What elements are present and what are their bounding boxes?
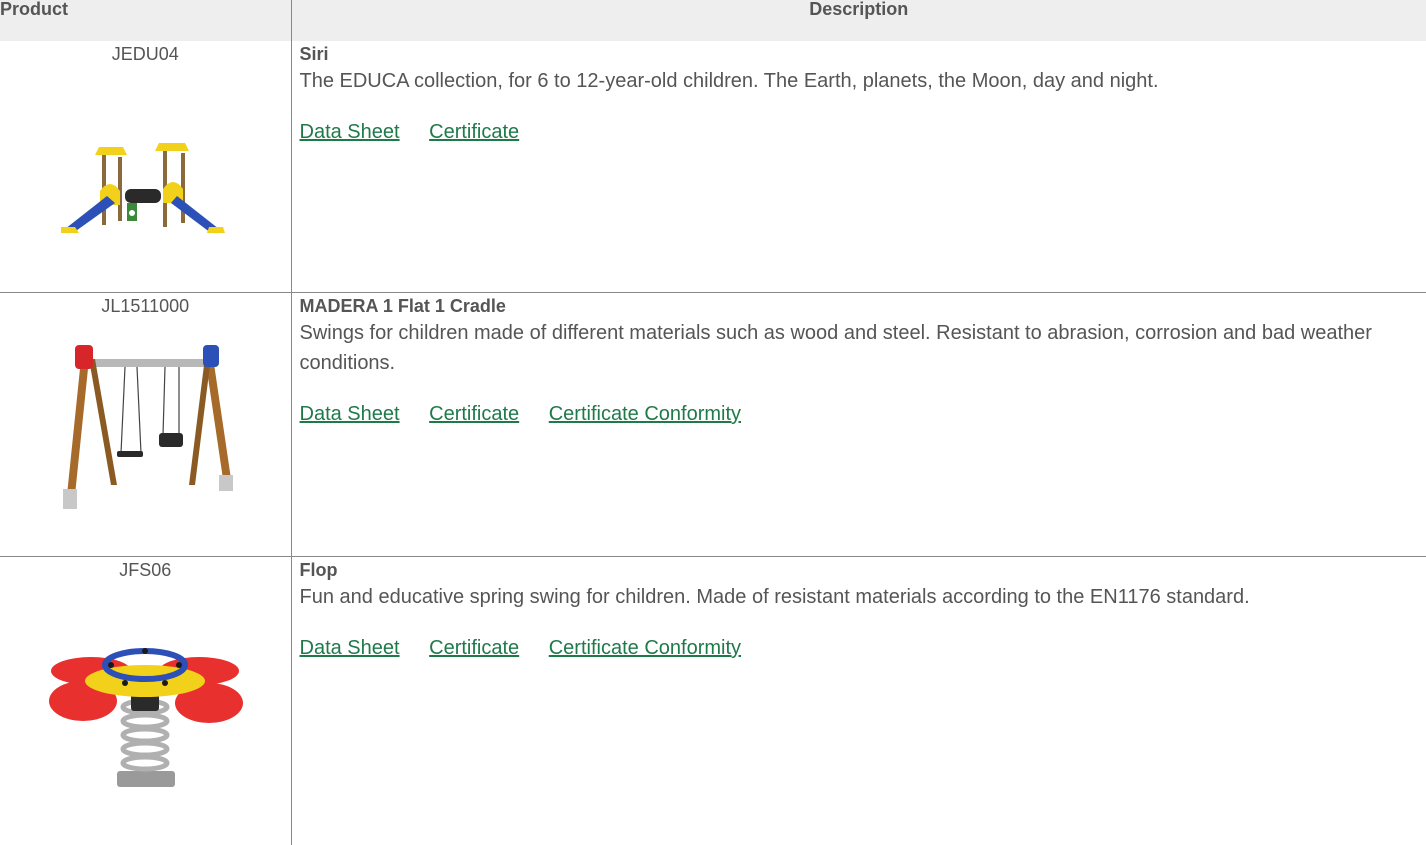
certificate-link[interactable]: Certificate	[429, 121, 519, 143]
certificate-conformity-link[interactable]: Certificate Conformity	[549, 403, 741, 425]
document-links: Data Sheet Certificate Certificate Confo…	[300, 636, 1426, 660]
data-sheet-link[interactable]: Data Sheet	[300, 403, 400, 425]
products-page: Product Description JEDU04 Siri The EDUC…	[0, 0, 1426, 845]
column-header-description: Description	[291, 0, 1426, 41]
product-cell: JL1511000	[0, 292, 292, 557]
playground-structure-image[interactable]	[55, 141, 235, 241]
products-table: Product Description JEDU04 Siri The EDUC…	[0, 0, 1426, 845]
certificate-link[interactable]: Certificate	[429, 403, 519, 425]
certificate-link[interactable]: Certificate	[429, 637, 519, 659]
table-header-row: Product Description	[0, 0, 1426, 41]
product-cell: JEDU04	[0, 41, 292, 293]
product-description: The EDUCA collection, for 6 to 12-year-o…	[299, 70, 1159, 92]
product-description: Swings for children made of different ma…	[299, 322, 1372, 374]
product-code: JFS06	[119, 560, 172, 580]
product-code: JL1511000	[101, 296, 190, 316]
column-header-product: Product	[0, 0, 292, 41]
product-name: MADERA 1 Flat 1 Cradle	[299, 296, 506, 316]
data-sheet-link[interactable]: Data Sheet	[300, 121, 400, 143]
data-sheet-link[interactable]: Data Sheet	[300, 637, 400, 659]
table-row: JL1511000 MADERA 1 Flat 1 Cradle Swings …	[0, 292, 1426, 557]
document-links: Data Sheet Certificate Certificate Confo…	[300, 402, 1426, 426]
description-cell: Siri The EDUCA collection, for 6 to 12-y…	[291, 41, 1426, 293]
spring-rider-image[interactable]	[45, 635, 245, 795]
product-description: Fun and educative spring swing for child…	[299, 586, 1250, 608]
certificate-conformity-link[interactable]: Certificate Conformity	[549, 637, 741, 659]
description-cell: Flop Fun and educative spring swing for …	[291, 556, 1426, 845]
product-code: JEDU04	[111, 44, 179, 64]
product-cell: JFS06	[0, 556, 292, 845]
swing-set-image[interactable]	[45, 335, 245, 511]
description-cell: MADERA 1 Flat 1 Cradle Swings for childr…	[291, 292, 1426, 557]
product-name: Flop	[299, 560, 338, 580]
table-row: JEDU04 Siri The EDUCA collection, for 6 …	[0, 41, 1426, 293]
product-name: Siri	[299, 44, 329, 64]
document-links: Data Sheet Certificate	[300, 120, 1426, 144]
table-row: JFS06 Flop Fun and educative spring swin…	[0, 556, 1426, 845]
